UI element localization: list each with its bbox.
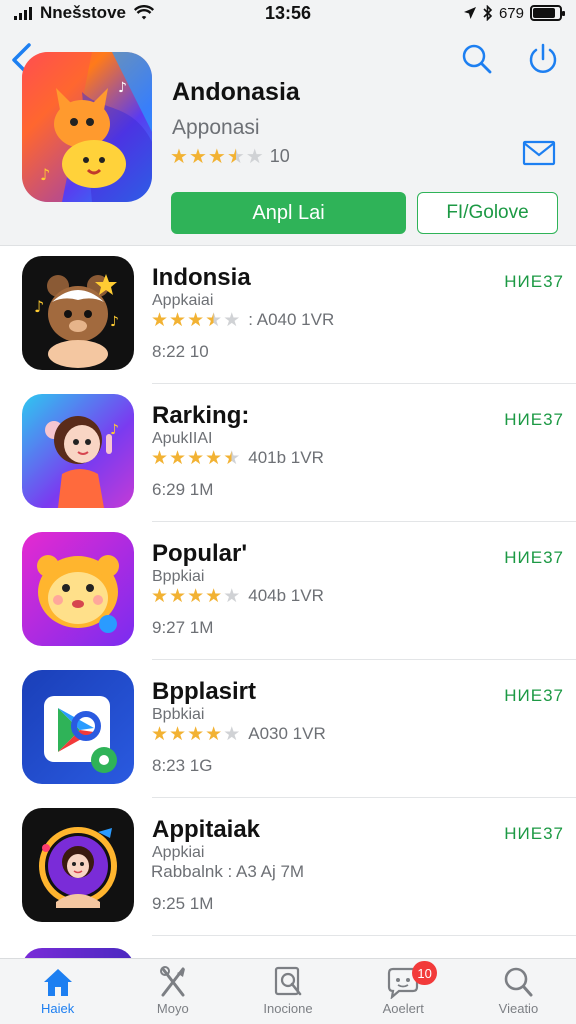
tab-label: Moyo: [156, 1001, 189, 1016]
bear-app-icon: ♪ ♪: [22, 256, 134, 370]
home-icon: [43, 969, 72, 996]
tab-label: Vieatio: [498, 1001, 539, 1016]
follow-button[interactable]: FI/Golove: [417, 192, 558, 234]
svg-text:♪: ♪: [34, 297, 44, 316]
item-size: 8:23 1G: [152, 756, 213, 775]
search-icon: [462, 44, 492, 74]
list-item[interactable]: Appitaiak Appkiai Rabbalnk : A3 Aj 7M 9:…: [0, 798, 576, 936]
girl-app-icon: ♪: [22, 394, 134, 508]
item-get-button[interactable]: HИE37: [504, 824, 564, 844]
play-store-app-icon: [22, 670, 134, 784]
status-time: 13:56: [264, 2, 312, 23]
star-icon: ★: [170, 145, 188, 168]
item-get-button[interactable]: HИE37: [504, 686, 564, 706]
item-meta: Rabbalnk : A3 Aj 7M: [151, 862, 305, 881]
battery-percent: 679: [498, 4, 524, 22]
item-subtitle: Bpbkiai: [152, 706, 205, 723]
item-title: Popular': [152, 540, 248, 567]
wifi-icon: [133, 5, 154, 20]
tab-home[interactable]: Haiek: [0, 959, 115, 1024]
featured-app-rating: ★ ★ ★ ★ ★ 10: [170, 146, 290, 167]
music-girl-app-icon: [22, 808, 134, 922]
featured-app-icon[interactable]: ♪ ♪: [22, 52, 152, 202]
item-get-button[interactable]: HИE37: [504, 548, 564, 568]
app-header: ♪ ♪ Andonasia Apponasi ★ ★ ★ ★ ★ 10 Anpl…: [0, 26, 576, 246]
rating-count: 10: [269, 146, 290, 166]
item-size: 8:22 10: [152, 342, 209, 361]
app-list: ♪ ♪ Indonsia Appkaiai ★ ★ ★ ★ ★ : A040 1VR 8…: [0, 246, 576, 936]
mail-icon: [522, 140, 556, 166]
item-rating: ★ ★ ★ ★ ★ : A040 1VR: [151, 310, 334, 330]
item-rating: ★ ★ ★ ★ ★ 404b 1VR: [151, 586, 324, 606]
item-get-button[interactable]: HИE37: [504, 410, 564, 430]
apps-icon: [159, 966, 185, 997]
rating-stars: ★ ★ ★ ★ ★: [151, 723, 241, 745]
item-title: Bpplasirt: [152, 678, 257, 705]
location-icon: [463, 7, 476, 19]
rating-stars: ★ ★ ★ ★ ★: [151, 309, 241, 331]
carrier-name: Nnešstove: [40, 3, 126, 22]
item-rating: ★ ★ ★ ★ ★ 401b 1VR: [151, 448, 324, 468]
item-subtitle: Appkaiai: [152, 292, 214, 309]
tab-bar: Haiek Moyo Inocione 10 Aoelert Vieatio: [0, 958, 576, 1024]
rating-stars: ★ ★ ★ ★ ★: [170, 147, 264, 167]
tab-label: Haiek: [40, 1001, 75, 1016]
svg-text:♪: ♪: [110, 314, 119, 330]
list-item[interactable]: Bpplasirt Bpbkiai ★ ★ ★ ★ ★ A030 1VR 8:23 1G…: [0, 660, 576, 798]
svg-text:♪: ♪: [40, 165, 50, 184]
signal-icon: [14, 6, 32, 20]
status-bar: Nnešstove 13:56 679: [0, 0, 576, 26]
tab-updates[interactable]: Inocione: [230, 959, 345, 1024]
list-item[interactable]: Popular' Bppkiai ★ ★ ★ ★ ★ 404b 1VR 9:27 1M …: [0, 522, 576, 660]
notification-badge: 10: [412, 961, 437, 985]
item-meta: 401b 1VR: [248, 448, 324, 467]
star-icon: ★: [226, 145, 245, 168]
item-subtitle: Bppkiai: [152, 568, 205, 585]
featured-app-subtitle: Apponasi: [172, 116, 260, 139]
item-get-button[interactable]: HИE37: [504, 272, 564, 292]
list-item[interactable]: ♪ ♪ Indonsia Appkaiai ★ ★ ★ ★ ★ : A040 1VR 8…: [0, 246, 576, 384]
svg-text:♪: ♪: [110, 422, 119, 438]
featured-app-title: Andonasia: [172, 78, 300, 106]
mail-button[interactable]: [522, 140, 556, 166]
search-doc-icon: [274, 966, 302, 996]
rating-stars: ★ ★ ★ ★ ★: [151, 447, 241, 469]
item-size: 9:27 1M: [152, 618, 214, 637]
item-subtitle: ApukIIAI: [152, 430, 213, 447]
item-meta: A030 1VR: [248, 724, 326, 743]
item-title: Appitaiak: [152, 816, 261, 843]
tab-label: Inocione: [263, 1001, 313, 1016]
search-button[interactable]: [460, 42, 494, 76]
tab-apps[interactable]: Moyo: [115, 959, 230, 1024]
item-subtitle: Appkiai: [152, 844, 205, 861]
item-rating: ★ ★ ★ ★ ★ A030 1VR: [151, 724, 326, 744]
tab-search[interactable]: Vieatio: [461, 959, 576, 1024]
star-icon: ★: [207, 145, 226, 168]
rating-stars: ★ ★ ★ ★ ★: [151, 585, 241, 607]
tab-messages[interactable]: 10 Aoelert: [346, 959, 461, 1024]
svg-text:♪: ♪: [118, 80, 127, 96]
search-icon: [505, 967, 533, 997]
item-size: 9:25 1M: [152, 894, 214, 913]
battery-icon: [530, 5, 565, 21]
item-meta: : A040 1VR: [248, 310, 335, 329]
star-icon: ★: [245, 145, 264, 168]
tab-label: Aoelert: [382, 1001, 424, 1016]
power-icon: [529, 43, 557, 73]
list-item[interactable]: ♪ Rarking: ApukIIAI ★ ★ ★ ★ ★ 401b 1VR 6:29 …: [0, 384, 576, 522]
item-meta: 404b 1VR: [248, 586, 324, 605]
download-status-button[interactable]: [526, 42, 560, 76]
get-app-button[interactable]: Anpl Lai: [171, 192, 406, 234]
lion-app-icon: [22, 532, 134, 646]
item-size: 6:29 1M: [152, 480, 214, 499]
bluetooth-icon: [483, 5, 493, 21]
item-title: Rarking:: [152, 402, 250, 429]
item-rating: Rabbalnk : A3 Aj 7M: [151, 862, 304, 882]
star-icon: ★: [188, 145, 207, 168]
item-title: Indonsia: [152, 264, 251, 291]
